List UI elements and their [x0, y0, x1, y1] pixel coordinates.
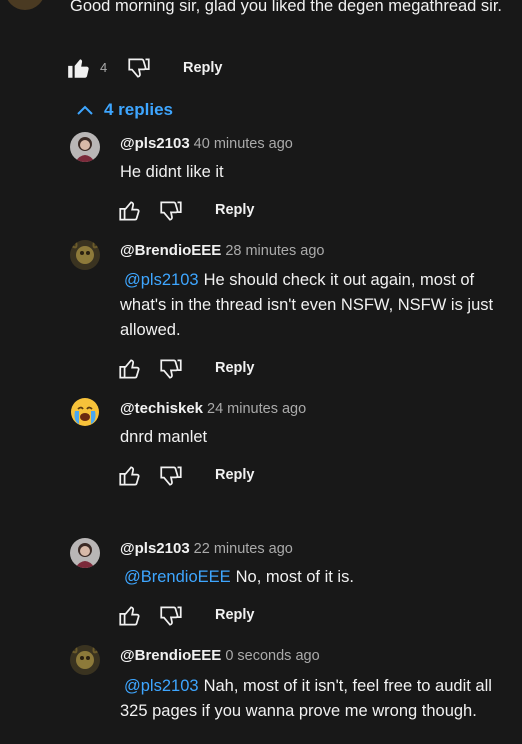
- thumbs-up-filled-icon: [68, 59, 89, 78]
- thumbs-up-icon: [119, 359, 140, 379]
- reply-text: He didnt like it: [120, 163, 224, 181]
- chevron-up-icon: [77, 105, 93, 115]
- top-comment-like-button[interactable]: [66, 55, 92, 81]
- reply-dislike-button[interactable]: [158, 356, 184, 382]
- reply-avatar[interactable]: [70, 397, 100, 427]
- thumbs-down-icon: [160, 606, 182, 626]
- reply-text: @pls2103 Nah, most of it isn't, feel free…: [120, 677, 492, 720]
- reply-reply-button[interactable]: Reply: [215, 607, 255, 623]
- reply-avatar[interactable]: [70, 538, 100, 568]
- reply-like-button[interactable]: [117, 198, 143, 224]
- crying-emoji-icon: [71, 398, 99, 426]
- reply-mention-link[interactable]: @BrendioEEE: [124, 568, 231, 586]
- reply-like-button[interactable]: [117, 463, 143, 489]
- reply-reply-button[interactable]: Reply: [215, 467, 255, 483]
- thumbs-down-icon: [160, 359, 182, 379]
- reply-author[interactable]: @techiskek: [120, 400, 203, 417]
- top-comment-text: Good morning sir, glad you liked the deg…: [70, 0, 503, 15]
- replies-toggle-label: 4 replies: [104, 100, 173, 119]
- reply-timestamp[interactable]: 22 minutes ago: [194, 541, 293, 557]
- thumbs-down-icon: [160, 201, 182, 221]
- reply-timestamp[interactable]: 24 minutes ago: [207, 401, 306, 417]
- reply-header: @BrendioEEE 0 seconds ago: [120, 647, 320, 665]
- reply-like-button[interactable]: [117, 356, 143, 382]
- reply-author[interactable]: @BrendioEEE: [120, 647, 221, 664]
- reply-reply-button[interactable]: Reply: [215, 360, 255, 376]
- reply-author[interactable]: @pls2103: [120, 540, 190, 557]
- reply-dislike-button[interactable]: [158, 198, 184, 224]
- thumbs-up-icon: [119, 201, 140, 221]
- thumbs-down-icon: [160, 466, 182, 486]
- reply-avatar[interactable]: [70, 645, 100, 675]
- reply-mention-link[interactable]: @pls2103: [124, 271, 199, 289]
- reply-like-button[interactable]: [117, 603, 143, 629]
- reply-avatar[interactable]: [70, 132, 100, 162]
- reply-avatar[interactable]: [70, 240, 100, 270]
- top-comment-dislike-button[interactable]: [126, 55, 152, 81]
- thumbs-up-icon: [119, 466, 140, 486]
- thumbs-down-icon: [128, 58, 150, 78]
- reply-mention-link[interactable]: @pls2103: [124, 677, 199, 695]
- reply-header: @pls2103 22 minutes ago: [120, 540, 293, 558]
- reply-author[interactable]: @BrendioEEE: [120, 242, 221, 259]
- reply-dislike-button[interactable]: [158, 463, 184, 489]
- reply-text: @pls2103 He should check it out again, mo…: [120, 271, 494, 339]
- top-comment-reply-button[interactable]: Reply: [183, 60, 223, 76]
- top-comment-avatar[interactable]: [5, 0, 45, 14]
- reply-header: @BrendioEEE 28 minutes ago: [120, 242, 324, 260]
- reply-text: @BrendioEEE No, most of it is.: [124, 568, 354, 586]
- reply-timestamp[interactable]: 40 minutes ago: [194, 136, 293, 152]
- reply-timestamp[interactable]: 0 seconds ago: [225, 648, 319, 664]
- reply-timestamp[interactable]: 28 minutes ago: [225, 243, 324, 259]
- reply-header: @techiskek 24 minutes ago: [120, 400, 306, 418]
- reply-header: @pls2103 40 minutes ago: [120, 135, 293, 153]
- reply-dislike-button[interactable]: [158, 603, 184, 629]
- reply-author[interactable]: @pls2103: [120, 135, 190, 152]
- reply-reply-button[interactable]: Reply: [215, 202, 255, 218]
- replies-toggle[interactable]: 4 replies: [76, 100, 173, 120]
- thumbs-up-icon: [119, 606, 140, 626]
- top-comment-like-count: 4: [100, 60, 108, 75]
- reply-text: dnrd manlet: [120, 428, 208, 446]
